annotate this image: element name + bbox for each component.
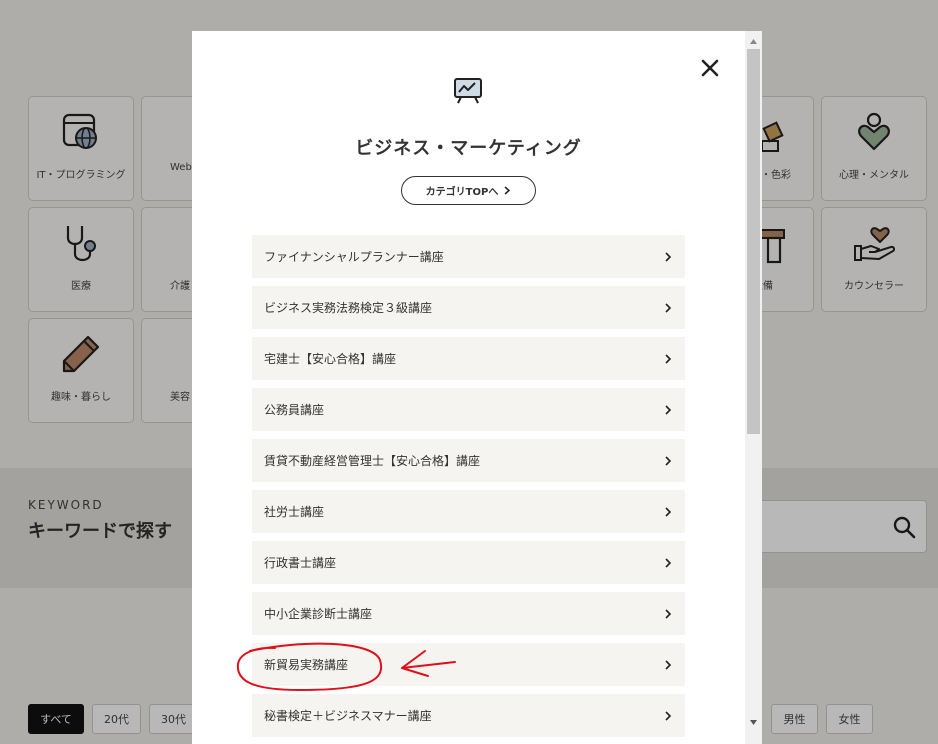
scrollbar-thumb[interactable]	[747, 49, 760, 434]
chevron-right-icon	[665, 302, 672, 313]
chevron-right-icon	[665, 353, 672, 364]
chevron-right-icon	[665, 659, 672, 670]
chevron-right-icon	[665, 506, 672, 517]
course-list: ファイナンシャルプランナー講座 ビジネス実務法務検定３級講座 宅建士【安心合格】…	[252, 235, 685, 744]
course-item[interactable]: ビジネス実務法務検定３級講座	[252, 286, 685, 329]
chevron-right-icon	[665, 710, 672, 721]
course-item[interactable]: 中小企業診断士講座	[252, 592, 685, 635]
course-label: 社労士講座	[264, 505, 325, 519]
close-button[interactable]	[695, 53, 725, 83]
modal-title: ビジネス・マーケティング	[355, 138, 582, 159]
course-label: ビジネス実務法務検定３級講座	[264, 301, 433, 315]
course-label: ファイナンシャルプランナー講座	[264, 250, 444, 264]
course-label: 行政書士講座	[264, 556, 337, 570]
course-item[interactable]: 行政書士講座	[252, 541, 685, 584]
category-top-link[interactable]: カテゴリTOPへ	[401, 176, 536, 205]
course-item[interactable]: 宅建士【安心合格】講座	[252, 337, 685, 380]
chevron-right-icon	[665, 608, 672, 619]
course-item[interactable]: 賃貸不動産経営管理士【安心合格】講座	[252, 439, 685, 482]
chevron-right-icon	[504, 186, 511, 195]
scroll-down-arrow-icon[interactable]	[745, 717, 762, 729]
category-modal: ビジネス・マーケティング カテゴリTOPへ ファイナンシャルプランナー講座 ビジ…	[192, 31, 762, 744]
chevron-right-icon	[665, 455, 672, 466]
course-label: 賃貸不動産経営管理士【安心合格】講座	[264, 454, 481, 468]
category-top-label: カテゴリTOPへ	[425, 187, 499, 198]
modal-scrollbar[interactable]	[745, 31, 762, 744]
course-label: 中小企業診断士講座	[264, 607, 373, 621]
course-label: 公務員講座	[264, 403, 325, 417]
close-icon[interactable]	[701, 59, 719, 77]
course-item[interactable]: ファイナンシャルプランナー講座	[252, 235, 685, 278]
course-item[interactable]: 秘書検定＋ビジネスマナー講座	[252, 694, 685, 737]
chevron-right-icon	[665, 404, 672, 415]
course-item-highlighted[interactable]: 新貿易実務講座	[252, 643, 685, 686]
course-item[interactable]: 公務員講座	[252, 388, 685, 431]
chevron-right-icon	[665, 557, 672, 568]
course-label: 新貿易実務講座	[264, 658, 349, 672]
chart-board-icon	[454, 78, 482, 104]
course-label: 宅建士【安心合格】講座	[264, 352, 397, 366]
course-item[interactable]: 社労士講座	[252, 490, 685, 533]
scroll-up-arrow-icon[interactable]	[745, 35, 762, 47]
course-label: 秘書検定＋ビジネスマナー講座	[264, 709, 432, 723]
chevron-right-icon	[665, 251, 672, 262]
